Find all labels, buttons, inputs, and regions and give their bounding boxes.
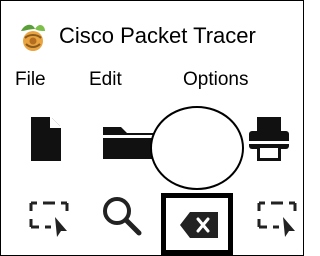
menu-bar: File Edit Options bbox=[1, 63, 303, 97]
new-file-icon bbox=[31, 117, 61, 161]
menu-file[interactable]: File bbox=[15, 69, 46, 91]
packet-tracer-app-icon bbox=[21, 24, 45, 51]
marquee-select-icon bbox=[257, 201, 297, 237]
resize-shape-button[interactable] bbox=[255, 197, 299, 237]
ellipse-icon bbox=[150, 106, 244, 190]
tools-toolbar bbox=[1, 181, 303, 255]
printer-icon bbox=[249, 117, 289, 161]
menu-edit[interactable]: Edit bbox=[89, 69, 122, 91]
delete-icon bbox=[180, 212, 218, 238]
marquee-select-icon bbox=[29, 201, 69, 237]
delete-button[interactable] bbox=[161, 193, 233, 255]
print-button[interactable] bbox=[247, 115, 291, 165]
menu-options[interactable]: Options bbox=[183, 69, 248, 91]
window-title: Cisco Packet Tracer bbox=[59, 23, 256, 48]
title-bar: Cisco Packet Tracer bbox=[1, 1, 303, 59]
new-file-button[interactable] bbox=[29, 115, 63, 163]
app-window: Cisco Packet Tracer File Edit Options bbox=[0, 0, 304, 256]
inspect-button[interactable] bbox=[99, 193, 143, 237]
magnifier-icon bbox=[103, 197, 142, 236]
select-button[interactable] bbox=[27, 197, 71, 237]
